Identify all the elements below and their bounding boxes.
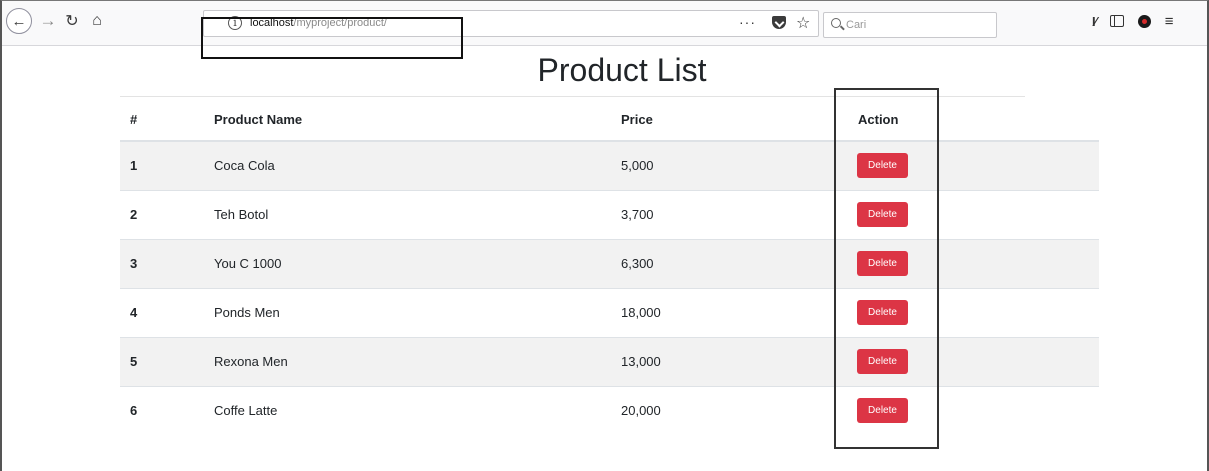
window-frame xyxy=(0,0,1209,471)
